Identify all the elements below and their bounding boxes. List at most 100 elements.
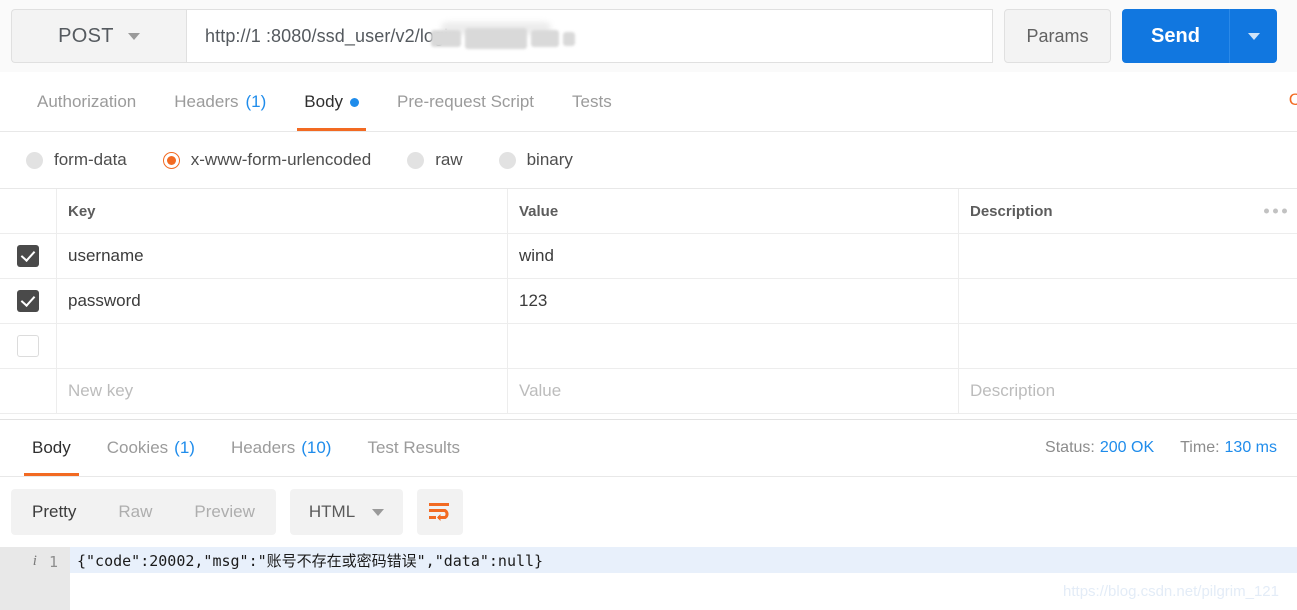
http-method-label: POST [58,24,114,47]
checkbox-checked-icon[interactable] [17,245,39,267]
tab-body[interactable]: Body [285,73,378,131]
row-checkbox-cell[interactable] [0,234,57,278]
radio-icon [26,151,43,169]
new-value-input[interactable]: Value [508,369,959,413]
checkbox-checked-icon[interactable] [17,290,39,312]
time-label: Time: [1180,439,1220,456]
row-key-cell[interactable]: password [57,279,508,323]
code-link[interactable]: C [1289,90,1297,110]
table-row: password 123 [0,279,1297,324]
body-type-radio-group: form-data x-www-form-urlencoded raw bina… [0,132,1297,189]
tab-label: Tests [572,92,612,111]
header-key-cell: Key [57,189,508,233]
new-key-input[interactable]: New key [57,369,508,413]
tab-pre-request-script[interactable]: Pre-request Script [378,73,553,131]
radio-icon [407,151,425,169]
row-key-text: username [68,246,144,265]
tab-label: Pre-request Script [397,92,535,111]
watermark: https://blog.csdn.net/pilgrim_121 [1063,583,1279,600]
radio-icon-selected [162,151,180,169]
tab-count: (1) [174,438,195,457]
redaction-block [531,30,559,47]
new-description-input[interactable]: Description [959,369,1297,413]
row-value-cell[interactable]: wind [508,234,959,278]
row-description-cell[interactable] [959,279,1297,323]
tab-tests[interactable]: Tests [553,73,631,131]
info-icon: i [32,553,37,569]
tab-label: Body [304,92,344,111]
response-tab-cookies[interactable]: Cookies (1) [89,420,213,476]
line-number: 1 [48,553,58,571]
send-button[interactable]: Send [1122,9,1229,63]
new-description-placeholder: Description [970,381,1056,400]
row-checkbox-cell[interactable] [0,324,57,368]
body-modified-dot-icon [350,97,360,107]
time-indicator: Time: 130 ms [1180,439,1277,457]
send-button-group: Send [1122,9,1277,63]
redaction-block [465,28,527,49]
view-mode-preview[interactable]: Preview [173,489,275,535]
send-label: Send [1151,24,1200,47]
response-tab-headers[interactable]: Headers (10) [213,420,350,476]
view-mode-raw[interactable]: Raw [97,489,173,535]
response-format-selector[interactable]: HTML [289,489,404,535]
new-key-placeholder: New key [68,381,134,400]
row-description-cell[interactable] [959,324,1297,368]
radio-binary[interactable]: binary [498,150,573,170]
row-key-cell[interactable]: username [57,234,508,278]
header-value-cell: Value [508,189,959,233]
status-label: Status: [1045,439,1095,456]
params-button[interactable]: Params [1004,9,1111,63]
response-meta: Status: 200 OK Time: 130 ms [1045,439,1277,457]
format-label: HTML [308,502,356,521]
row-checkbox-cell[interactable] [0,279,57,323]
send-options-button[interactable] [1229,9,1277,63]
params-table: Key Value Description username wind pass… [0,189,1297,414]
editor-gutter: i 1 [0,547,70,610]
tab-label: Authorization [37,92,137,111]
response-toolbar: Pretty Raw Preview HTML [0,477,1297,547]
tab-label: Test Results [367,438,461,457]
tab-label: Headers [174,92,239,111]
row-value-text: 123 [519,291,548,310]
status-indicator: Status: 200 OK [1045,439,1154,457]
row-value-cell[interactable]: 123 [508,279,959,323]
response-tab-test-results[interactable]: Test Results [349,420,478,476]
http-method-selector[interactable]: POST [11,9,186,63]
response-body-viewer: i 1 {"code":20002,"msg":"账号不存在或密码错误","da… [0,547,1297,610]
url-input[interactable]: http://1 :8080/ssd_user/v2/login [186,9,993,63]
status-value: 200 OK [1099,439,1155,456]
tab-headers[interactable]: Headers (1) [155,73,285,131]
new-row-checkbox-cell [0,369,57,413]
response-tab-body[interactable]: Body [14,420,89,476]
new-row: New key Value Description [0,369,1297,414]
row-description-cell[interactable] [959,234,1297,278]
response-tab-bar: Body Cookies (1) Headers (10) Test Resul… [0,419,1297,477]
row-key-cell[interactable] [57,324,508,368]
radio-raw[interactable]: raw [407,150,463,170]
row-value-text: wind [519,246,554,265]
header-checkbox-cell [0,189,57,233]
new-value-placeholder: Value [519,381,562,400]
header-description-cell: Description [959,189,1297,233]
time-value: 130 ms [1224,439,1277,456]
tab-label: Body [32,438,71,457]
radio-form-data[interactable]: form-data [26,150,127,170]
checkbox-unchecked-icon[interactable] [17,335,39,357]
view-mode-pretty[interactable]: Pretty [11,489,97,535]
tab-label: Headers [230,438,296,457]
radio-x-www-form-urlencoded[interactable]: x-www-form-urlencoded [162,150,372,170]
url-text: http://1 :8080/ssd_user/v2/login [205,25,459,46]
row-key-text: password [68,291,141,310]
bulk-edit-icon[interactable] [1264,208,1287,214]
tab-authorization[interactable]: Authorization [18,73,155,131]
word-wrap-icon [429,503,450,521]
radio-label: raw [435,150,463,169]
tab-count: (10) [301,438,332,457]
word-wrap-button[interactable] [417,489,464,535]
response-body-line[interactable]: {"code":20002,"msg":"账号不存在或密码错误","data":… [70,547,1297,573]
radio-icon [498,151,516,169]
radio-label: x-www-form-urlencoded [190,150,372,169]
header-description-label: Description [970,202,1053,220]
row-value-cell[interactable] [508,324,959,368]
